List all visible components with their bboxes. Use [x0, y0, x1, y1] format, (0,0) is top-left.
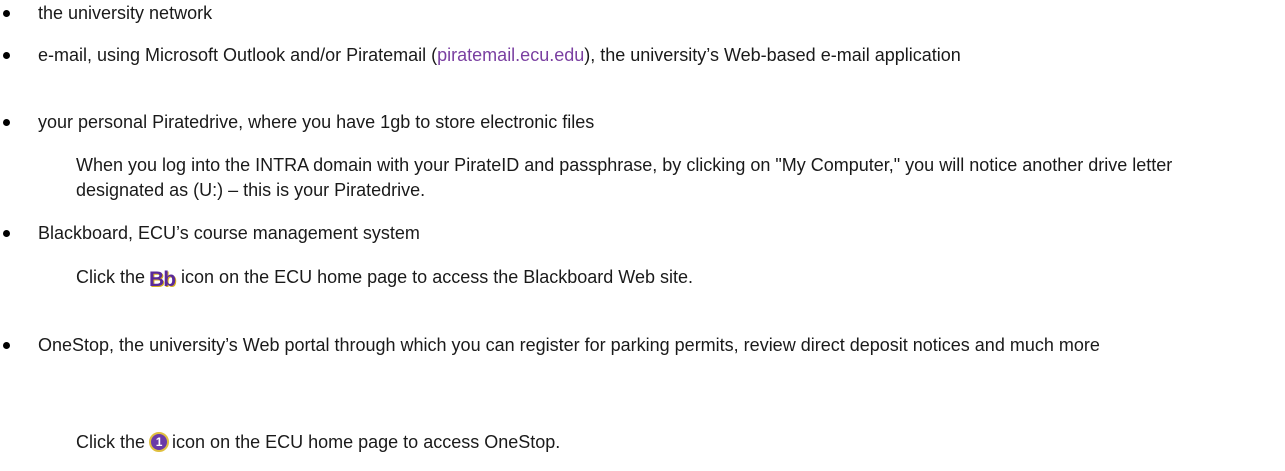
list-item-text: Blackboard, ECU’s course management syst… [38, 223, 420, 243]
note-text-post: icon on the ECU home page to access the … [181, 267, 693, 287]
list-item-text: OneStop, the university’s Web portal thr… [38, 335, 1100, 355]
list-item-text: the university network [38, 3, 213, 23]
note-text-post: icon on the ECU home page to access OneS… [172, 432, 561, 452]
bullet-icon [3, 119, 10, 126]
onestop-icon: 1 [149, 432, 170, 452]
bullet-icon [3, 52, 10, 59]
piratemail-link[interactable]: piratemail.ecu.edu [437, 45, 584, 65]
bullet-icon [3, 10, 10, 17]
email-text-post: ), the university’s Web-based e-mail app… [584, 45, 961, 65]
email-text-pre: e-mail, using Microsoft Outlook and/or P… [38, 45, 438, 65]
note-text: When you log into the INTRA domain with … [76, 155, 1173, 200]
blackboard-icon: Bb [149, 268, 176, 291]
bullet-icon [3, 342, 10, 349]
list-item-text: your personal Piratedrive, where you hav… [38, 112, 595, 132]
bullet-icon [3, 230, 10, 237]
note-text-pre: Click the [76, 267, 146, 287]
note-text-pre: Click the [76, 432, 146, 452]
